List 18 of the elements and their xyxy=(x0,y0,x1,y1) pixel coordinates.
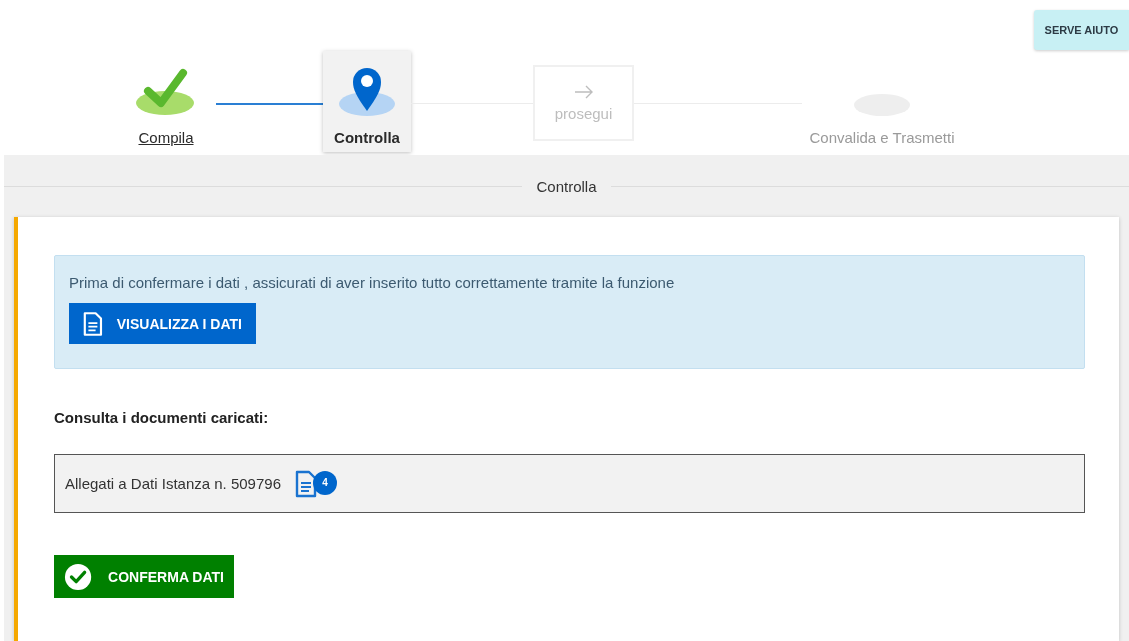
check-icon xyxy=(136,67,196,117)
count-badge: 4 xyxy=(313,470,337,495)
documents-heading: Consulta i documenti caricati: xyxy=(54,409,270,426)
arrow-right-icon xyxy=(573,84,594,99)
help-button[interactable]: SERVE AIUTO xyxy=(1034,10,1129,50)
section-title: Controlla xyxy=(535,177,598,195)
document-icon xyxy=(83,309,103,338)
step-label: Convalida e Trasmetti xyxy=(809,129,955,146)
step-label[interactable]: Compila xyxy=(138,129,194,146)
document-icon xyxy=(295,469,317,498)
confirm-button[interactable]: CONFERMA DATI xyxy=(54,555,234,598)
location-pin-icon xyxy=(338,65,396,117)
view-data-button[interactable]: VISUALIZZA I DATI xyxy=(69,303,256,344)
attachment-text: Allegati a Dati Istanza n. 509796 xyxy=(65,475,281,492)
attachments-link[interactable]: 4 xyxy=(295,467,341,500)
step-label: Controlla xyxy=(334,129,400,146)
info-text: Prima di confermare i dati , assicurati di aver inserito tutto correttamente tramite la funzione xyxy=(69,274,675,291)
check-circle-icon xyxy=(64,561,93,592)
